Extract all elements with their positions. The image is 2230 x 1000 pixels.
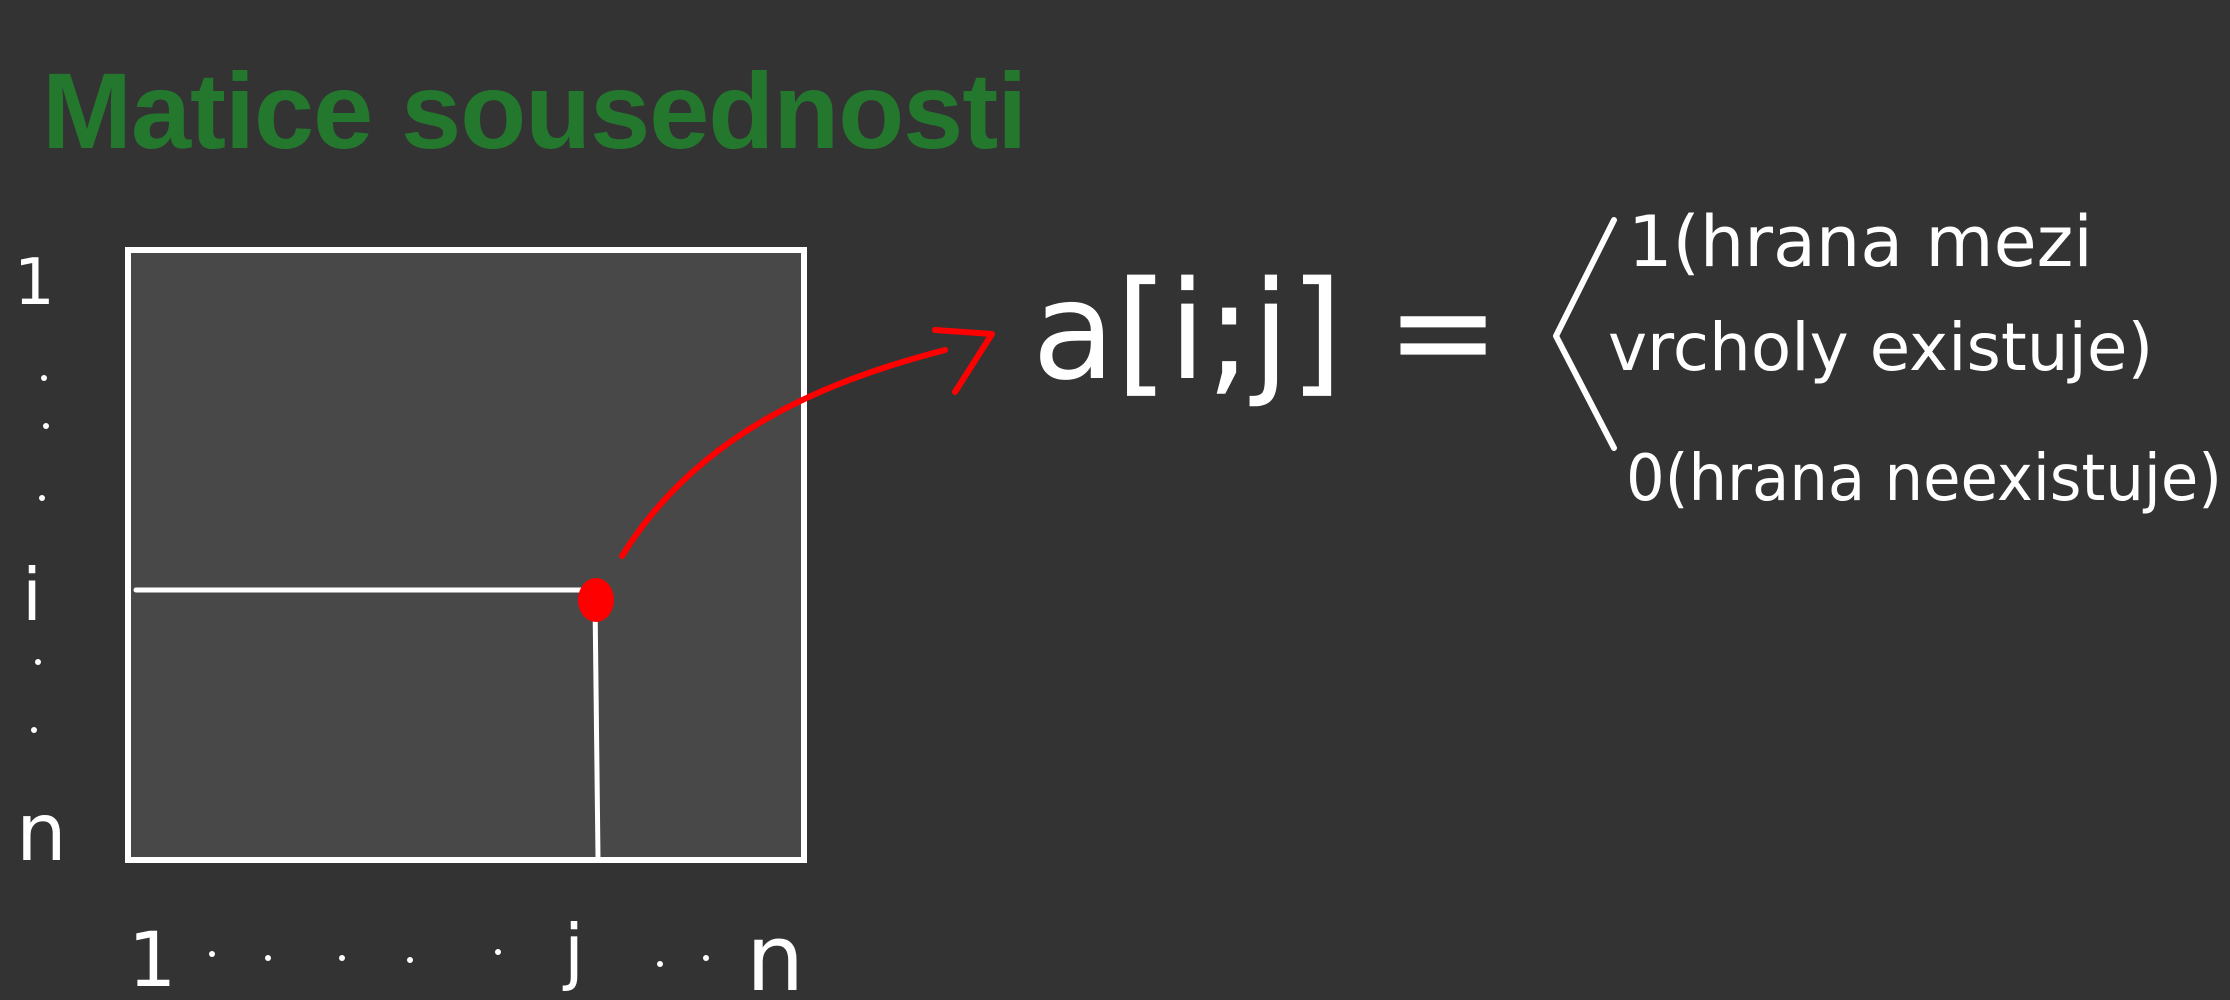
- arrowhead: [932, 327, 995, 395]
- case-zero: 0(hrana neexistuje): [1626, 442, 2222, 516]
- formula-lhs: a[i;j] =: [1032, 253, 1500, 411]
- row-label-i: i: [22, 553, 42, 637]
- column-ellipsis-dot: [209, 951, 215, 957]
- column-ellipsis-dot: [339, 955, 345, 961]
- row-ellipsis-dot: [31, 727, 37, 733]
- column-ellipsis-dot: [495, 949, 501, 955]
- column-ellipsis-dot: [703, 955, 709, 961]
- column-ellipsis-dot: [407, 957, 413, 963]
- row-label-last: n: [16, 786, 67, 879]
- row-ellipsis-dot: [41, 375, 47, 381]
- slide: Matice sousednosti 1 i n 1 j n a[i;j] = …: [0, 0, 2230, 1000]
- column-ellipsis-dot: [657, 961, 663, 967]
- highlighted-entry-dot: [578, 578, 614, 622]
- row-ellipsis-dot: [39, 495, 45, 501]
- column-label-last: n: [746, 905, 804, 1000]
- adjacency-matrix-diagram: 1 i n 1 j n a[i;j] = 1(hrana mezi vrchol…: [14, 201, 2222, 1000]
- case-one-line2: vrcholy existuje): [1608, 309, 2153, 386]
- column-label-first: 1: [128, 915, 176, 1000]
- row-label-first: 1: [14, 246, 55, 320]
- case-one-line1: 1(hrana mezi: [1628, 201, 2093, 283]
- column-label-j: j: [562, 909, 584, 993]
- column-j-line: [592, 597, 601, 861]
- matrix-square: [125, 247, 807, 863]
- row-ellipsis-dot: [43, 423, 49, 429]
- column-ellipsis-dot: [265, 955, 271, 961]
- case-brace: [1553, 217, 1617, 451]
- row-ellipsis-dot: [35, 659, 41, 665]
